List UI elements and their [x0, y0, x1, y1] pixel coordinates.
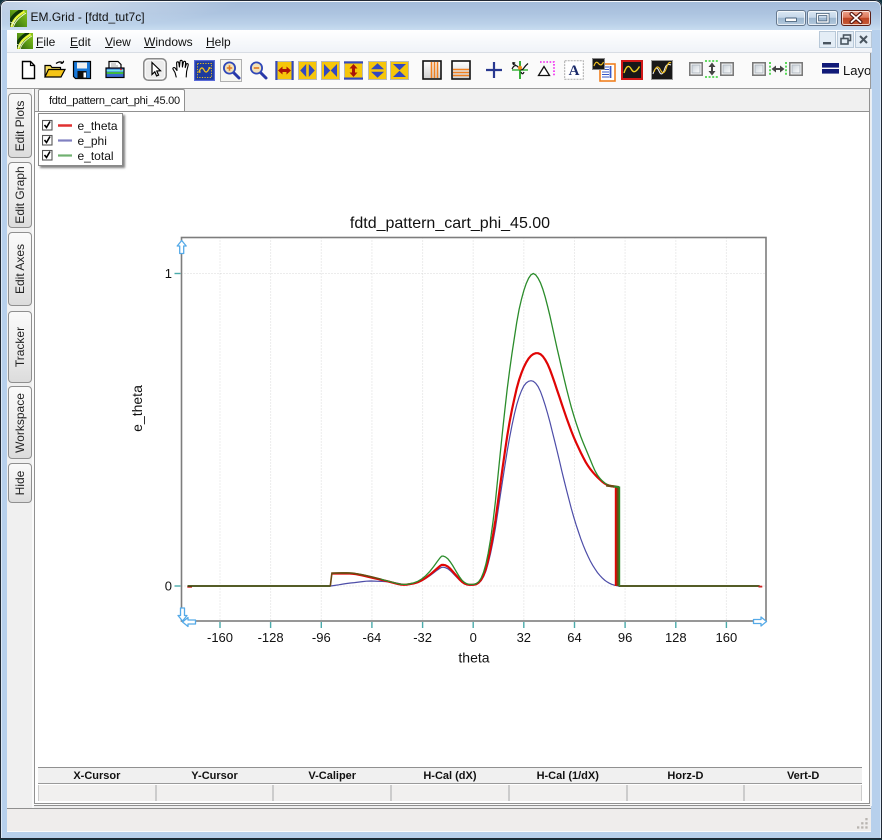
svg-text:-160: -160: [207, 630, 233, 645]
svg-text:e_theta: e_theta: [129, 385, 145, 432]
svg-text:-96: -96: [312, 630, 331, 645]
svg-text:160: 160: [716, 630, 738, 645]
svg-text:-128: -128: [258, 630, 284, 645]
svg-text:fdtd_pattern_cart_phi_45.00: fdtd_pattern_cart_phi_45.00: [350, 215, 550, 232]
svg-text:96: 96: [618, 630, 632, 645]
svg-text:32: 32: [517, 630, 531, 645]
svg-text:-64: -64: [363, 630, 382, 645]
svg-text:theta: theta: [458, 650, 489, 666]
svg-text:64: 64: [567, 630, 581, 645]
svg-text:-32: -32: [413, 630, 432, 645]
svg-text:A: A: [569, 63, 580, 79]
svg-text:0: 0: [165, 579, 172, 594]
svg-text:0: 0: [470, 630, 477, 645]
svg-text:128: 128: [665, 630, 687, 645]
svg-text:1: 1: [165, 266, 172, 281]
